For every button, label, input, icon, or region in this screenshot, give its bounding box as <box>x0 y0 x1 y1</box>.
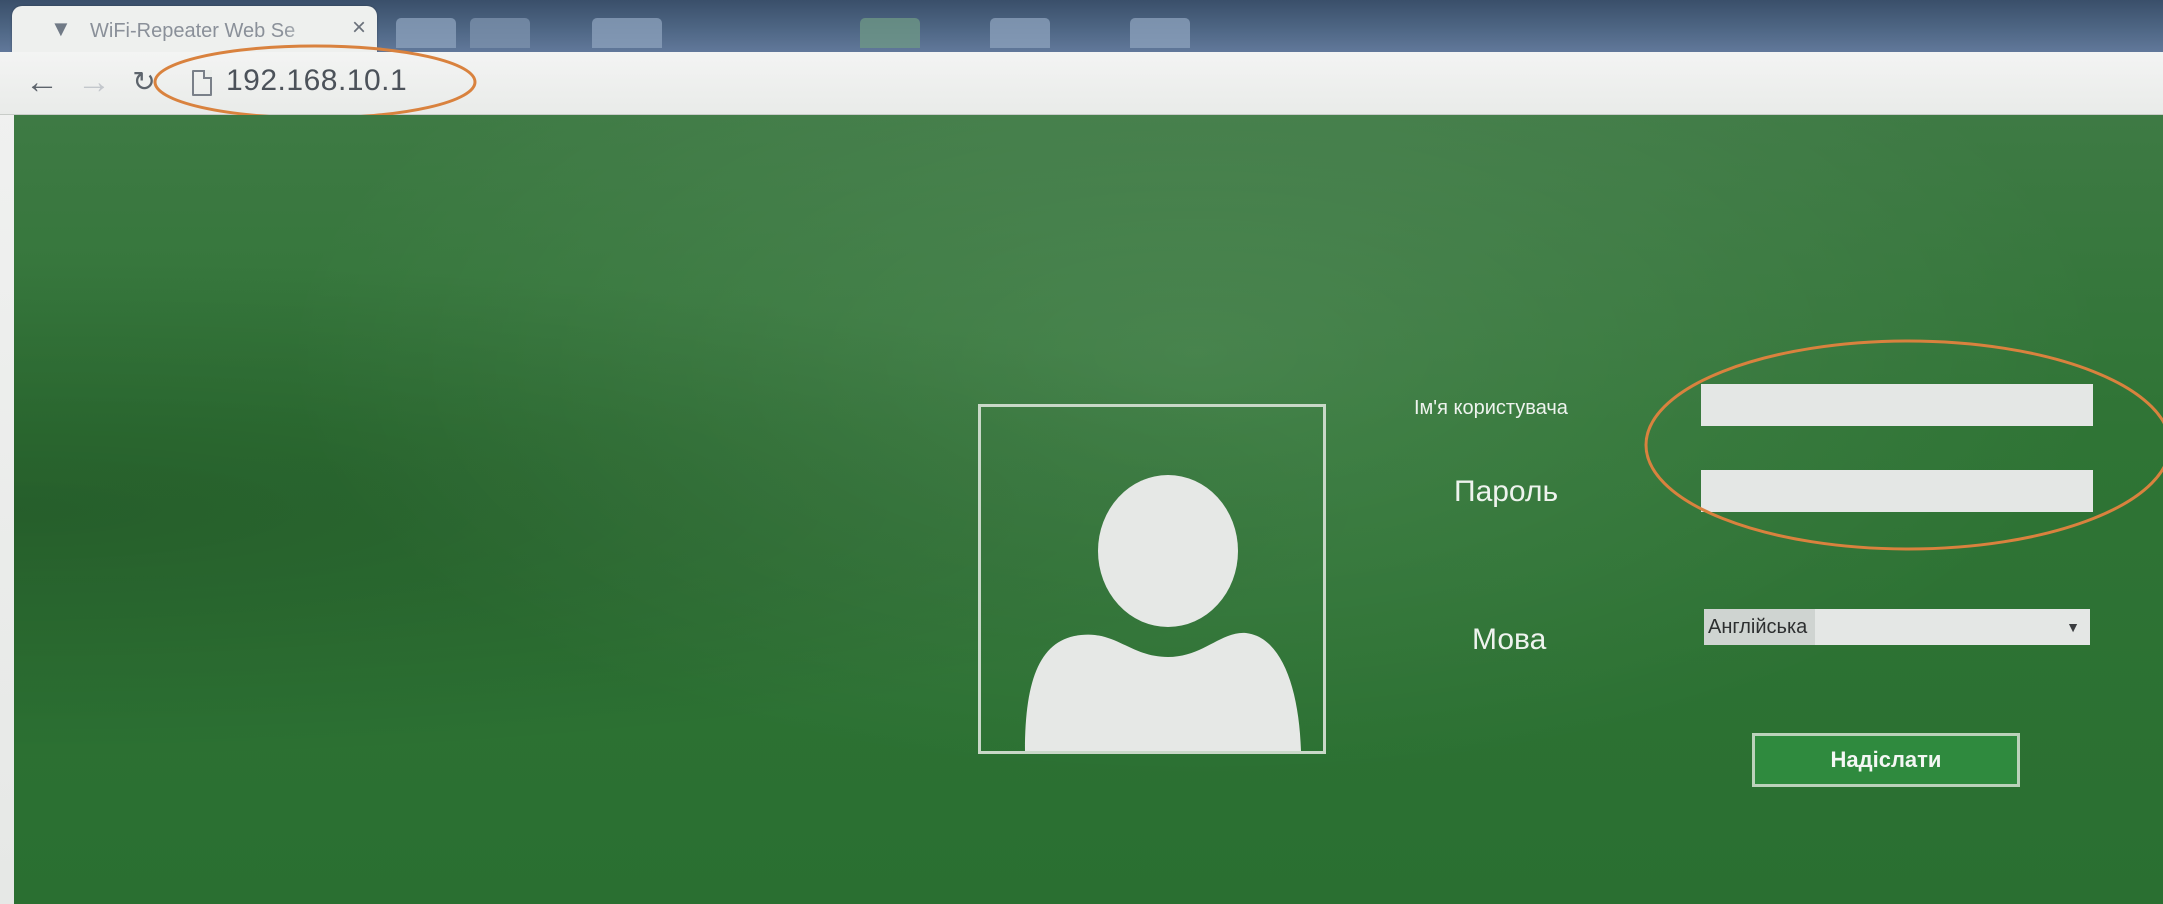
forward-arrow-icon[interactable]: → <box>74 62 114 102</box>
browser-window: ▼ WiFi-Repeater Web Se × ← → ↻ 192.168.1… <box>0 0 2163 904</box>
language-selected-value: Англійська <box>1704 609 1816 645</box>
url-text[interactable]: 192.168.10.1 <box>226 64 407 98</box>
wifi-icon: ▼ <box>50 16 72 41</box>
user-silhouette-icon <box>1025 475 1301 751</box>
username-input[interactable] <box>1701 384 2093 426</box>
background-tab[interactable] <box>592 18 662 48</box>
password-input[interactable] <box>1701 470 2093 512</box>
address-bar[interactable]: 192.168.10.1 <box>178 60 2128 106</box>
language-select[interactable]: Англійська ▼ <box>1704 609 2090 645</box>
background-tab[interactable] <box>860 18 920 48</box>
tab-wifi-repeater[interactable]: ▼ WiFi-Repeater Web Se × <box>12 6 377 52</box>
submit-button[interactable]: Надіслати <box>1752 733 2020 787</box>
user-avatar <box>978 404 1326 754</box>
background-tab[interactable] <box>470 18 530 48</box>
background-tab[interactable] <box>396 18 456 48</box>
login-page: Ім'я користувача Пароль Мова Англійська … <box>14 115 2163 904</box>
chevron-down-icon: ▼ <box>2066 619 2080 635</box>
fields-highlight-ellipse <box>1644 339 2163 551</box>
browser-toolbar: ← → ↻ 192.168.10.1 <box>0 52 2163 115</box>
tab-title: WiFi-Repeater Web Se <box>90 20 296 42</box>
tab-strip: ▼ WiFi-Repeater Web Se × <box>0 0 2163 52</box>
reload-icon[interactable]: ↻ <box>124 62 164 102</box>
page-icon <box>192 70 212 96</box>
back-arrow-icon[interactable]: ← <box>22 62 62 102</box>
username-label: Ім'я користувача <box>1414 397 1568 419</box>
background-tab[interactable] <box>990 18 1050 48</box>
password-label: Пароль <box>1454 475 1559 508</box>
language-label: Мова <box>1472 623 1547 656</box>
background-tab[interactable] <box>1130 18 1190 48</box>
close-icon[interactable]: × <box>352 16 366 40</box>
